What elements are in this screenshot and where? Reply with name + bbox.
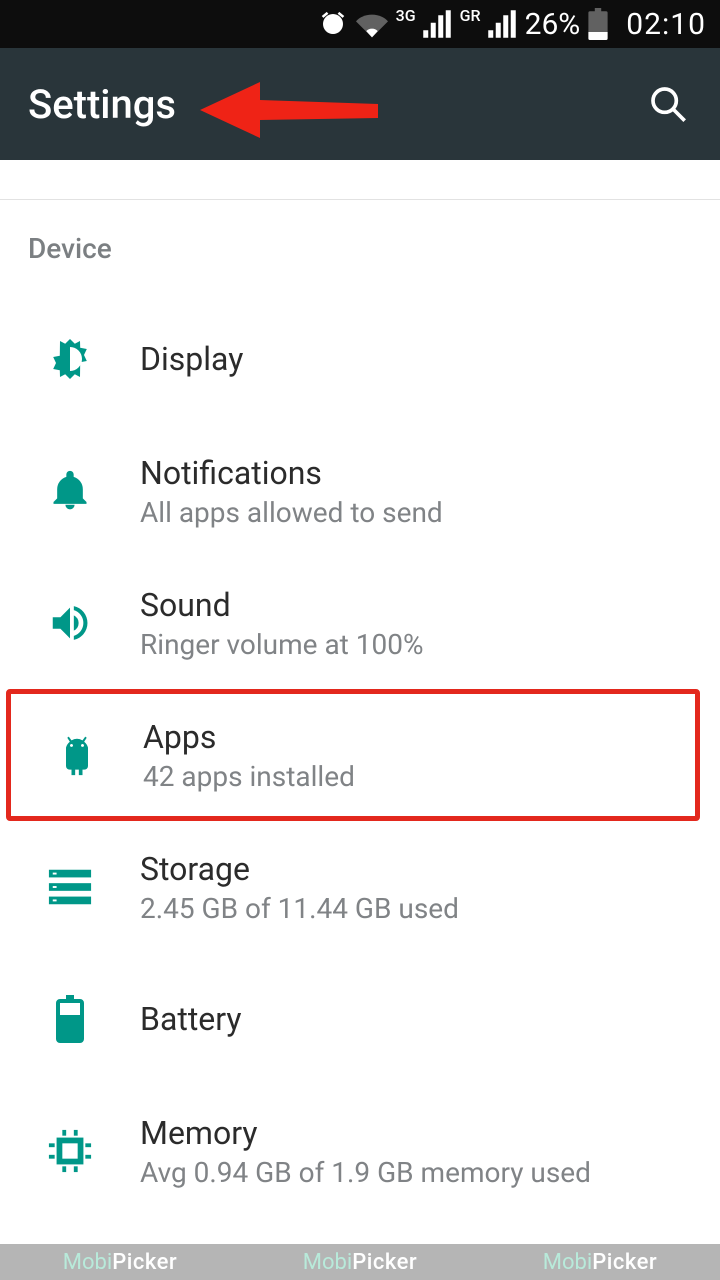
signal-icon-2 (487, 10, 517, 38)
watermark: MobiPicker MobiPicker MobiPicker (0, 1244, 720, 1280)
clock-time: 02:10 (626, 7, 706, 42)
item-title: Memory (140, 1114, 700, 1152)
item-title: Battery (140, 1000, 700, 1038)
signal-icon-1 (422, 10, 452, 38)
wifi-icon (356, 9, 388, 39)
settings-item-memory[interactable]: Memory Avg 0.94 GB of 1.9 GB memory used (0, 1085, 720, 1217)
settings-list: Device Display Notifications All apps al… (0, 160, 720, 1217)
battery-percentage: 26% (525, 7, 581, 42)
item-title: Storage (140, 850, 700, 888)
settings-item-display[interactable]: Display (0, 293, 720, 425)
storage-icon (0, 867, 140, 907)
settings-item-sound[interactable]: Sound Ringer volume at 100% (0, 557, 720, 689)
item-subtitle: All apps allowed to send (140, 496, 700, 529)
item-subtitle: 2.45 GB of 11.44 GB used (140, 892, 700, 925)
android-icon (11, 733, 143, 777)
item-subtitle: Ringer volume at 100% (140, 628, 700, 661)
section-header-device: Device (0, 200, 720, 293)
volume-icon (0, 600, 140, 646)
battery-icon (588, 8, 608, 40)
network-label-1: 3G (396, 6, 416, 25)
status-bar: 3G GR 26% 02:10 (0, 0, 720, 48)
display-icon (0, 335, 140, 383)
divider (0, 160, 720, 200)
settings-item-storage[interactable]: Storage 2.45 GB of 11.44 GB used (0, 821, 720, 953)
item-title: Sound (140, 586, 700, 624)
item-title: Display (140, 340, 700, 378)
item-title: Apps (143, 718, 675, 756)
battery-icon (0, 995, 140, 1043)
item-subtitle: 42 apps installed (143, 760, 675, 793)
network-label-2: GR (460, 6, 481, 25)
settings-item-notifications[interactable]: Notifications All apps allowed to send (0, 425, 720, 557)
settings-item-apps[interactable]: Apps 42 apps installed (6, 689, 700, 821)
bell-icon (0, 469, 140, 513)
search-icon (648, 84, 688, 124)
page-title: Settings (28, 81, 176, 128)
item-subtitle: Avg 0.94 GB of 1.9 GB memory used (140, 1156, 700, 1189)
search-button[interactable] (644, 80, 692, 128)
app-bar: Settings (0, 48, 720, 160)
alarm-icon (318, 9, 348, 39)
memory-icon (0, 1128, 140, 1174)
settings-item-battery[interactable]: Battery (0, 953, 720, 1085)
item-title: Notifications (140, 454, 700, 492)
